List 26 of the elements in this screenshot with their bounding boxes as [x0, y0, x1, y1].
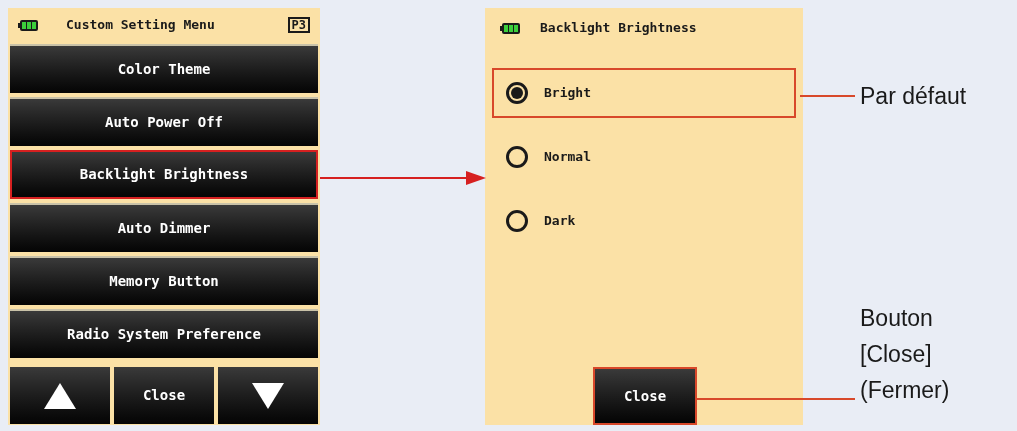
menu-item[interactable]: Color Theme	[10, 44, 318, 93]
radio-button	[506, 146, 528, 168]
leader-line	[800, 95, 855, 97]
screen-title: Custom Setting Menu	[66, 16, 215, 35]
menu-item[interactable]: Memory Button	[10, 256, 318, 305]
screen-title: Backlight Brightness	[540, 19, 697, 38]
down-triangle-icon	[252, 382, 284, 409]
radio-button	[506, 82, 528, 104]
battery-icon	[500, 22, 520, 34]
close-button[interactable]: Close	[114, 367, 214, 424]
radio-button	[506, 210, 528, 232]
page-indicator: P3	[287, 17, 310, 33]
radio-option[interactable]: Normal	[492, 132, 796, 182]
up-triangle-icon	[44, 382, 76, 409]
menu-item[interactable]: Auto Dimmer	[10, 203, 318, 252]
up-button[interactable]	[10, 367, 110, 424]
radio-option[interactable]: Dark	[492, 196, 796, 246]
callout-text: Bouton [Close] (Fermer)	[860, 304, 950, 405]
menu-item[interactable]: Backlight Brightness	[10, 150, 318, 199]
menu-item[interactable]: Radio System Preference	[10, 309, 318, 358]
menu-item[interactable]: Auto Power Off	[10, 97, 318, 146]
down-button[interactable]	[218, 367, 318, 424]
callout-text: Par défaut	[860, 82, 967, 111]
radio-option[interactable]: Bright	[492, 68, 796, 118]
close-button[interactable]: Close	[593, 367, 697, 425]
battery-icon	[18, 19, 38, 31]
